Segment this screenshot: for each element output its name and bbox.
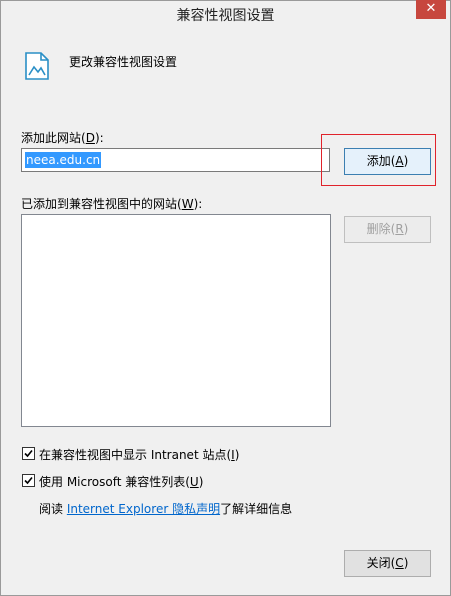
title-bar: 兼容性视图设置 ✕ <box>1 0 450 29</box>
added-sites-list[interactable] <box>21 214 331 427</box>
privacy-link[interactable]: Internet Explorer 隐私声明 <box>67 502 220 516</box>
intranet-checkbox[interactable] <box>22 447 35 460</box>
privacy-suffix: 了解详细信息 <box>220 502 293 516</box>
document-settings-icon <box>23 51 51 81</box>
added-sites-label: 已添加到兼容性视图中的网站(W): <box>21 197 203 211</box>
privacy-prefix: 阅读 <box>39 502 67 516</box>
add-site-input[interactable]: neea.edu.cn <box>21 148 330 172</box>
add-site-input-value: neea.edu.cn <box>25 152 102 168</box>
window-close-button[interactable]: ✕ <box>416 0 446 19</box>
add-button[interactable]: 添加(A) <box>344 148 431 175</box>
close-icon: ✕ <box>425 1 437 16</box>
compat-view-dialog: 兼容性视图设置 ✕ 更改兼容性视图设置 添加此网站(D): neea.edu.c… <box>0 0 451 596</box>
checkmark-icon <box>24 449 33 458</box>
ms-compat-list-checkbox-label[interactable]: 使用 Microsoft 兼容性列表(U) <box>39 473 203 490</box>
checkmark-icon <box>24 476 33 485</box>
window-title: 兼容性视图设置 <box>176 8 275 24</box>
intranet-checkbox-label[interactable]: 在兼容性视图中显示 Intranet 站点(I) <box>39 446 239 463</box>
ms-compat-list-checkbox[interactable] <box>22 474 35 487</box>
close-button[interactable]: 关闭(C) <box>344 550 431 577</box>
dialog-description: 更改兼容性视图设置 <box>69 55 178 69</box>
remove-button: 删除(R) <box>344 216 431 243</box>
privacy-line: 阅读 Internet Explorer 隐私声明了解详细信息 <box>39 500 292 517</box>
add-site-label: 添加此网站(D): <box>21 131 104 145</box>
